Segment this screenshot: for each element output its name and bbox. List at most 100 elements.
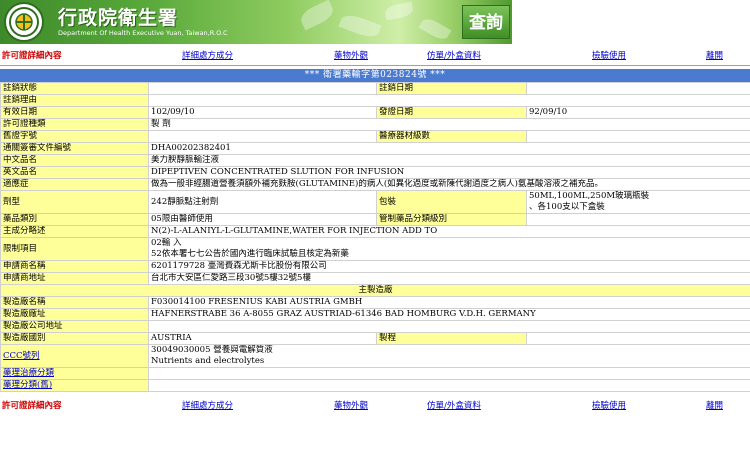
doh-emblem-icon <box>4 2 44 42</box>
table-row: 製造廠名稱 F030014100 FRESENIUS KABI AUSTRIA … <box>0 296 750 309</box>
field-value <box>148 379 750 392</box>
field-label: 註銷日期 <box>376 82 527 95</box>
field-value: 102/09/10 <box>148 106 377 119</box>
table-row: 主製造廠 <box>0 284 750 297</box>
top-nav: 許可證詳細內容 詳細處方成分 藥物外觀 仿單/外盒資料 檢驗使用 離開 <box>0 44 750 66</box>
table-row: 舊證字號 醫療器材級數 <box>0 130 750 143</box>
nav-link-inspection[interactable]: 檢驗使用 <box>592 49 626 61</box>
decorative-leaf <box>383 1 415 21</box>
field-label: 英文品名 <box>0 166 149 179</box>
pharmacology-class-link[interactable]: 藥理治療分類 <box>3 369 54 379</box>
bottom-nav: 許可證詳細內容 詳細處方成分 藥物外觀 仿單/外盒資料 檢驗使用 離開 <box>0 394 750 416</box>
field-value: 92/09/10 <box>526 106 750 119</box>
field-value <box>526 130 750 143</box>
field-value <box>526 213 750 226</box>
field-label: 申請商名稱 <box>0 260 149 273</box>
field-label: 藥品類別 <box>0 213 149 226</box>
query-button[interactable]: 查詢 <box>462 5 510 39</box>
table-row: 藥品類別 05限由醫師使用 管制藥品分類級別 <box>0 213 750 226</box>
table-row: 劑型 242靜脈點注射劑 包裝 50ML,100ML,250M玻璃瓶裝 、各10… <box>0 190 750 214</box>
agency-name-zh: 行政院衛生署 <box>58 7 179 29</box>
field-label: 註銷理由 <box>0 94 149 107</box>
license-number-bar: *** 衛署藥輸字第023824號 *** <box>0 69 750 82</box>
nav-link-prescription[interactable]: 詳細處方成分 <box>182 49 233 61</box>
table-row: 英文品名 DIPEPTIVEN CONCENTRATED SLUTION FOR… <box>0 166 750 179</box>
decorative-leaf <box>338 11 382 41</box>
table-row: 申請商地址 台北市大安區仁愛路三段30號5樓32號5樓 <box>0 272 750 285</box>
field-label: 藥理分類(舊) <box>0 379 149 392</box>
table-row: 主成分略述 N(2)-L-ALANIYL-L-GLUTAMINE,WATER F… <box>0 225 750 238</box>
field-value: 30049030005 營養與電解質液 Nutrients and electr… <box>148 344 750 368</box>
field-value <box>148 94 750 107</box>
field-value <box>148 320 750 333</box>
field-value: 台北市大安區仁愛路三段30號5樓32號5樓 <box>148 272 750 285</box>
field-label: 註銷狀態 <box>0 82 149 95</box>
nav-link-leaflet[interactable]: 仿單/外盒資料 <box>427 49 481 61</box>
field-value: F030014100 FRESENIUS KABI AUSTRIA GMBH <box>148 296 750 309</box>
table-row: 製造廠公司地址 <box>0 320 750 333</box>
nav-link-appearance[interactable]: 藥物外觀 <box>334 49 368 61</box>
restriction-line-1: 02輸 入 <box>151 238 182 249</box>
field-label: 藥理治療分類 <box>0 367 149 380</box>
section-header-main-manufacturer: 主製造廠 <box>0 284 750 297</box>
field-value: DHA00202382401 <box>148 142 750 155</box>
field-label: 有效日期 <box>0 106 149 119</box>
field-label: 通關簽審文件編號 <box>0 142 149 155</box>
ccc-line-2: Nutrients and electrolytes <box>151 356 265 366</box>
package-line-1: 50ML,100ML,250M玻璃瓶裝 <box>529 191 650 202</box>
table-row: 中文品名 美力腴靜脈輸注液 <box>0 154 750 167</box>
license-detail-table: 註銷狀態 註銷日期 註銷理由 有效日期 102/09/10 發證日期 92/09… <box>0 82 750 392</box>
field-value: N(2)-L-ALANIYL-L-GLUTAMINE,WATER FOR INJ… <box>148 225 750 238</box>
field-label: 適應症 <box>0 178 149 191</box>
field-value: AUSTRIA <box>148 332 377 345</box>
field-label: 製造廠國別 <box>0 332 149 345</box>
field-value: 6201179728 臺灣費森尤斯卡比股份有限公司 <box>148 260 750 273</box>
table-row: 藥理分類(舊) <box>0 379 750 392</box>
nav-link-exit[interactable]: 離開 <box>706 399 723 411</box>
field-label: 舊證字號 <box>0 130 149 143</box>
field-label: CCC號列 <box>0 344 149 368</box>
restriction-line-2: 52依本署七七公告於國內進行臨床試驗且核定為新藥 <box>151 249 349 259</box>
nav-link-inspection[interactable]: 檢驗使用 <box>592 399 626 411</box>
field-label: 許可證種類 <box>0 118 149 131</box>
table-row: 通關簽審文件編號 DHA00202382401 <box>0 142 750 155</box>
field-label: 發證日期 <box>376 106 527 119</box>
table-row: 申請商名稱 6201179728 臺灣費森尤斯卡比股份有限公司 <box>0 260 750 273</box>
field-value: 美力腴靜脈輸注液 <box>148 154 750 167</box>
nav-link-leaflet[interactable]: 仿單/外盒資料 <box>427 399 481 411</box>
field-value <box>148 82 377 95</box>
table-row: 適應症 做為一般非經腸道營養須額外補充麩胺(GLUTAMINE)的病人(如異化過… <box>0 178 750 191</box>
table-row: 許可證種類 製 劑 <box>0 118 750 131</box>
field-value <box>148 367 750 380</box>
table-row: 有效日期 102/09/10 發證日期 92/09/10 <box>0 106 750 119</box>
table-row: 註銷狀態 註銷日期 <box>0 82 750 95</box>
field-label: 管制藥品分類級別 <box>376 213 527 226</box>
field-label: 中文品名 <box>0 154 149 167</box>
field-label: 主成分略述 <box>0 225 149 238</box>
nav-title: 許可證詳細內容 <box>2 50 62 61</box>
table-row: 註銷理由 <box>0 94 750 107</box>
field-label: 製程 <box>376 332 527 345</box>
nav-link-prescription[interactable]: 詳細處方成分 <box>182 399 233 411</box>
nav-link-exit[interactable]: 離開 <box>706 49 723 61</box>
field-value <box>526 82 750 95</box>
ccc-code-link[interactable]: CCC號列 <box>3 351 40 361</box>
field-label: 限制項目 <box>0 237 149 261</box>
table-row: 製造廠廠址 HAFNERSTRABE 36 A-8055 GRAZ AUSTRI… <box>0 308 750 321</box>
field-label: 劑型 <box>0 190 149 214</box>
nav-title: 許可證詳細內容 <box>2 401 62 411</box>
nav-link-appearance[interactable]: 藥物外觀 <box>334 399 368 411</box>
field-label: 製造廠名稱 <box>0 296 149 309</box>
field-value: 02輸 入 52依本署七七公告於國內進行臨床試驗且核定為新藥 <box>148 237 750 261</box>
package-line-2: 、各100支以下盒裝 <box>529 202 605 212</box>
field-label: 醫療器材級數 <box>376 130 527 143</box>
field-value <box>526 332 750 345</box>
ccc-line-1: 30049030005 營養與電解質液 <box>151 345 273 356</box>
table-row: CCC號列 30049030005 營養與電解質液 Nutrients and … <box>0 344 750 368</box>
field-value: 做為一般非經腸道營養須額外補充麩胺(GLUTAMINE)的病人(如異化過度或新陳… <box>148 178 750 191</box>
decorative-leaf <box>297 0 337 31</box>
table-row: 藥理治療分類 <box>0 367 750 380</box>
header-banner: 行政院衛生署 Department Of Health Executive Yu… <box>0 0 750 44</box>
atc-class-link[interactable]: 藥理分類(舊) <box>3 381 52 391</box>
agency-name-en: Department Of Health Executive Yuan, Tai… <box>58 29 228 37</box>
